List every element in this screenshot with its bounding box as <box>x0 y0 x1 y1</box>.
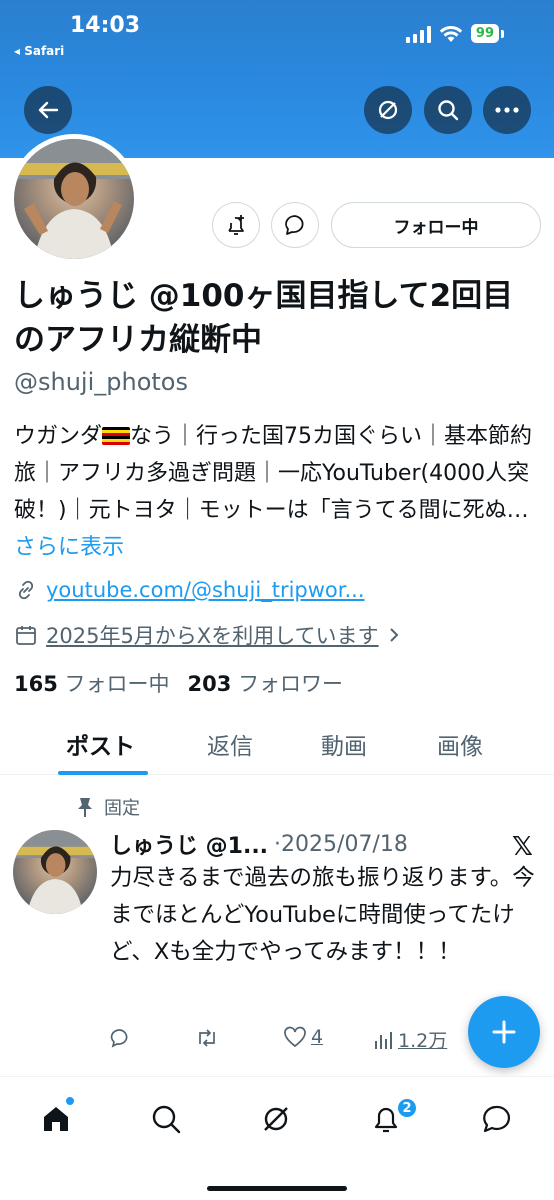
profile-bio: ウガンダ なう｜行った国75カ国ぐらい｜基本節約旅｜アフリカ多過ぎ問題｜一応You… <box>14 418 544 566</box>
follow-counts: 165 フォロー中 203 フォロワー <box>14 668 343 698</box>
like-button[interactable]: 4 <box>283 1026 323 1048</box>
following-count: 165 <box>14 672 58 696</box>
following-count-link[interactable]: 165 フォロー中 <box>14 668 170 698</box>
wifi-icon <box>439 25 463 42</box>
post-date[interactable]: ·2025/07/18 <box>274 832 408 857</box>
post-text: 力尽きるまで過去の旅も振り返ります。今までほとんどYouTubeに時間使ってたけ… <box>110 865 535 965</box>
search-button[interactable] <box>424 86 472 134</box>
signal-icon <box>405 25 431 43</box>
message-button[interactable] <box>271 202 319 248</box>
bell-plus-icon <box>228 215 244 235</box>
grok-icon <box>378 100 398 120</box>
display-name: しゅうじ @100ヶ国目指して2回目のアフリカ縦断中 <box>14 278 514 358</box>
back-button[interactable] <box>24 86 72 134</box>
followers-label: フォロワー <box>238 672 344 696</box>
status-time: 14:03 <box>70 13 141 38</box>
chat-bubble-icon <box>483 1105 511 1133</box>
more-button[interactable] <box>483 86 531 134</box>
post-author[interactable]: しゅうじ @1... <box>110 828 268 860</box>
more-icon <box>495 107 519 113</box>
repost-button[interactable] <box>194 1026 220 1050</box>
search-icon <box>152 1105 181 1134</box>
nav-messages[interactable] <box>476 1099 516 1139</box>
arrow-left-icon <box>38 101 59 119</box>
notification-badge: 2 <box>396 1097 418 1119</box>
plus-icon <box>492 1020 516 1044</box>
tab-videos[interactable]: 動画 <box>321 727 367 761</box>
bottom-navigation: 2 <box>0 1076 554 1200</box>
chevron-right-icon <box>389 628 398 642</box>
post-avatar[interactable] <box>13 830 97 914</box>
views-button[interactable]: 1.2万 <box>372 1026 447 1053</box>
battery-tip-icon <box>501 29 504 38</box>
post-header: しゅうじ @1... ·2025/07/18 <box>110 828 408 860</box>
home-indicator <box>207 1186 347 1191</box>
status-indicators: 99 <box>405 24 504 43</box>
profile-tabs: ポスト 返信 動画 画像 <box>0 715 554 775</box>
compose-button[interactable] <box>468 996 540 1068</box>
profile-website-link[interactable]: youtube.com/@shuji_tripwor... <box>46 578 365 602</box>
tab-images[interactable]: 画像 <box>437 727 483 761</box>
nav-search[interactable] <box>146 1099 186 1139</box>
following-label: フォロー中 <box>64 672 170 696</box>
profile-handle: @shuji_photos <box>14 368 188 396</box>
profile-avatar[interactable] <box>9 134 139 264</box>
repost-icon <box>199 1029 215 1047</box>
heart-icon <box>284 1026 306 1048</box>
grok-button[interactable] <box>364 86 412 134</box>
avatar-photo <box>14 139 134 259</box>
pinned-indicator: 固定 <box>76 794 140 820</box>
joined-date: 2025年5月からXを利用しています <box>46 624 379 648</box>
calendar-icon <box>16 626 36 645</box>
chat-bubble-icon <box>285 215 304 235</box>
like-count: 4 <box>311 1026 324 1048</box>
reply-icon <box>110 1029 128 1048</box>
pin-icon <box>78 798 92 817</box>
joined-row[interactable]: 2025年5月からXを利用しています <box>14 620 401 650</box>
followers-count-link[interactable]: 203 フォロワー <box>188 668 344 698</box>
bio-text-start: ウガンダ <box>14 424 103 449</box>
link-icon <box>18 580 34 600</box>
view-count: 1.2万 <box>398 1030 448 1052</box>
followers-count: 203 <box>187 672 232 696</box>
grok-icon <box>264 1107 288 1131</box>
nav-home[interactable] <box>36 1099 76 1139</box>
back-to-safari[interactable]: ◂ Safari <box>14 44 64 58</box>
home-icon <box>44 1107 68 1131</box>
reply-button[interactable] <box>108 1026 132 1050</box>
uganda-flag-icon <box>102 427 131 445</box>
following-button[interactable]: フォロー中 <box>331 202 541 248</box>
search-icon <box>438 100 459 121</box>
bar-chart-icon <box>375 1031 392 1049</box>
show-more-link[interactable]: さらに表示 <box>14 535 124 560</box>
notify-button[interactable] <box>212 202 260 248</box>
battery-indicator: 99 <box>470 24 499 43</box>
x-logo-icon: 𝕏 <box>512 832 533 862</box>
tab-posts[interactable]: ポスト <box>66 727 135 761</box>
profile-link-row: youtube.com/@shuji_tripwor... <box>14 578 365 602</box>
active-tab-indicator <box>58 771 148 775</box>
pinned-label: 固定 <box>104 798 140 819</box>
home-unread-dot <box>66 1097 74 1105</box>
nav-grok[interactable] <box>256 1099 296 1139</box>
tab-replies[interactable]: 返信 <box>207 727 253 761</box>
